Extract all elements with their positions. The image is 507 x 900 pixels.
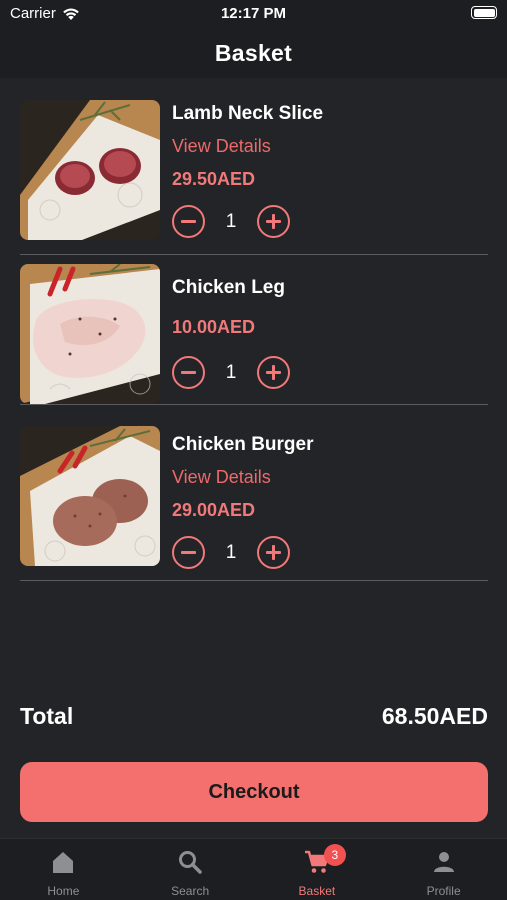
quantity-value: 1 bbox=[225, 210, 237, 232]
basket-item: Chicken Burger View Details 29.00AED 1 bbox=[20, 405, 488, 581]
item-price: 29.50AED bbox=[172, 169, 256, 189]
basket-item: Lamb Neck Slice View Details 29.50AED 1 bbox=[20, 88, 488, 255]
increase-button[interactable] bbox=[257, 356, 290, 389]
basket-item: Chicken Leg 10.00AED 1 bbox=[20, 255, 488, 405]
tab-basket[interactable]: 3 Basket bbox=[254, 839, 381, 900]
tab-bar: Home Search 3 Basket Profile bbox=[0, 838, 507, 900]
decrease-button[interactable] bbox=[172, 356, 205, 389]
tab-label: Basket bbox=[298, 884, 336, 898]
search-icon bbox=[179, 851, 202, 874]
tab-home[interactable]: Home bbox=[0, 839, 127, 900]
status-time: 12:17 PM bbox=[220, 5, 287, 22]
decrease-button[interactable] bbox=[172, 205, 205, 238]
quantity-value: 1 bbox=[225, 541, 237, 563]
tab-label: Search bbox=[171, 884, 210, 898]
status-bar: Carrier 12:17 PM bbox=[0, 0, 507, 28]
nav-header: Basket bbox=[0, 28, 507, 78]
quantity-stepper: 1 bbox=[172, 356, 290, 389]
minus-icon bbox=[181, 550, 196, 554]
total-row: Total 68.50AED bbox=[20, 703, 488, 733]
item-name: Chicken Leg bbox=[172, 277, 285, 298]
tab-search[interactable]: Search bbox=[127, 839, 254, 900]
tab-label: Home bbox=[47, 884, 80, 898]
view-details-link[interactable]: View Details bbox=[172, 136, 271, 157]
cart-badge: 3 bbox=[323, 844, 346, 866]
item-name: Chicken Burger bbox=[172, 434, 314, 455]
item-name: Lamb Neck Slice bbox=[172, 103, 324, 124]
chicken-leg-photo bbox=[20, 264, 160, 404]
tab-profile[interactable]: Profile bbox=[380, 839, 507, 900]
tab-label: Profile bbox=[426, 884, 461, 898]
basket-list: Lamb Neck Slice View Details 29.50AED 1 bbox=[20, 88, 488, 581]
person-icon bbox=[433, 852, 454, 872]
home-icon bbox=[53, 852, 74, 873]
quantity-value: 1 bbox=[225, 361, 237, 383]
chicken-burger-photo bbox=[20, 426, 160, 566]
increase-button[interactable] bbox=[257, 536, 290, 569]
page-title: Basket bbox=[214, 39, 293, 66]
minus-icon bbox=[181, 219, 196, 223]
total-value: 68.50AED bbox=[381, 703, 488, 729]
increase-button[interactable] bbox=[257, 205, 290, 238]
battery-icon bbox=[471, 6, 497, 19]
quantity-stepper: 1 bbox=[172, 536, 290, 569]
checkout-button[interactable]: Checkout bbox=[20, 762, 488, 822]
quantity-stepper: 1 bbox=[172, 205, 290, 238]
item-price: 10.00AED bbox=[172, 317, 256, 337]
total-label: Total bbox=[20, 703, 74, 729]
lamb-neck-photo bbox=[20, 100, 160, 240]
view-details-link[interactable]: View Details bbox=[172, 467, 271, 488]
minus-icon bbox=[181, 370, 196, 374]
decrease-button[interactable] bbox=[172, 536, 205, 569]
item-price: 29.00AED bbox=[172, 500, 256, 520]
